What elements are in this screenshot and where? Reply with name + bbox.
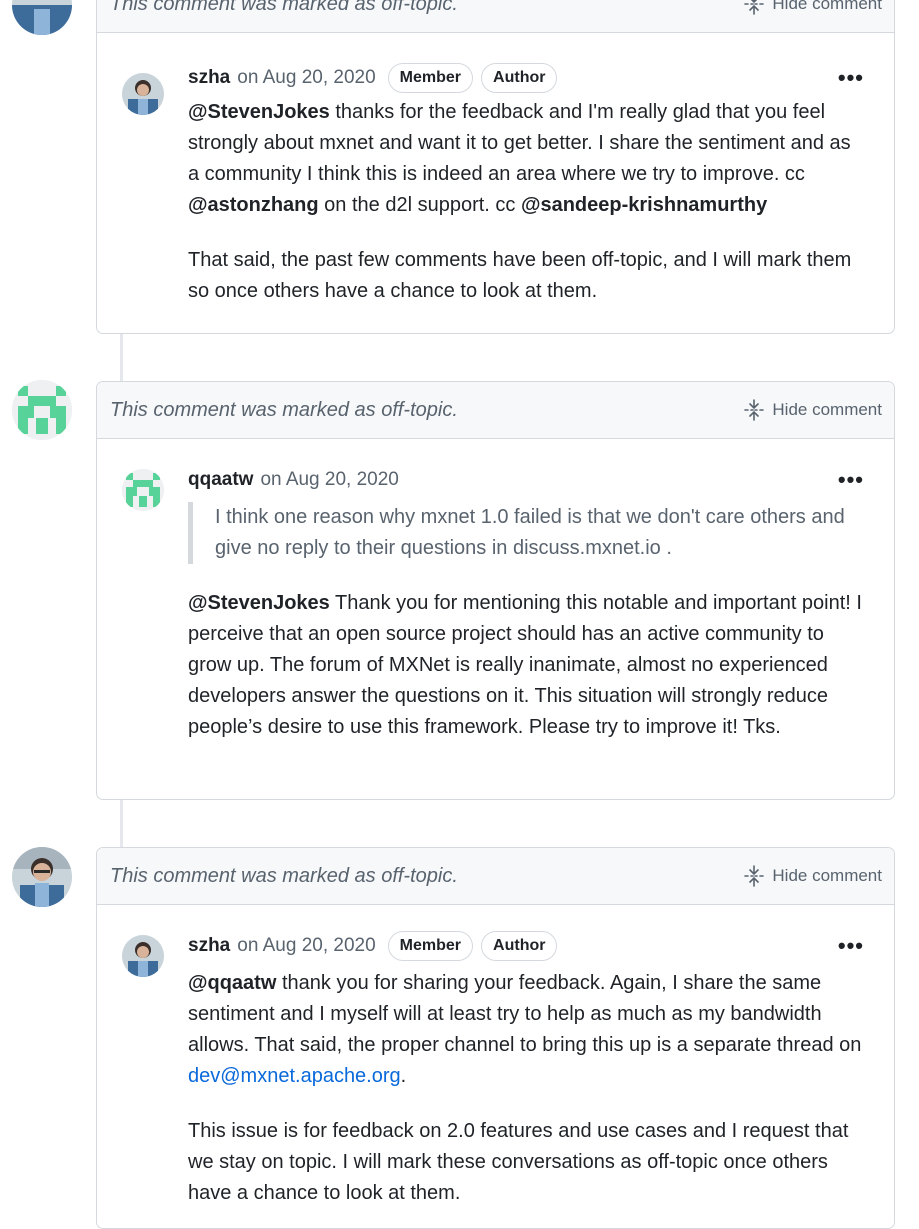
comment-body: I think one reason why mxnet 1.0 failed … xyxy=(188,502,866,743)
hide-comment-label: Hide comment xyxy=(772,866,882,885)
comment-body: @qqaatw thank you for sharing your feedb… xyxy=(188,968,866,1209)
user-mention[interactable]: @astonzhang xyxy=(188,194,319,216)
off-topic-label: This comment was marked as off-topic. xyxy=(110,0,458,15)
fold-icon xyxy=(744,0,765,15)
timestamp-link[interactable]: on Aug 20, 2020 xyxy=(237,67,375,89)
hide-comment-label: Hide comment xyxy=(772,0,882,13)
timestamp-link[interactable]: on Aug 20, 2020 xyxy=(237,935,375,957)
quote-block: I think one reason why mxnet 1.0 failed … xyxy=(188,502,866,564)
hide-comment-button[interactable]: Hide comment xyxy=(744,0,882,15)
user-mention[interactable]: @StevenJokes xyxy=(188,592,330,614)
email-link[interactable]: dev@mxnet.apache.org xyxy=(188,1065,401,1087)
comment-paragraph: That said, the past few comments have be… xyxy=(188,249,852,302)
identicon-avatar[interactable] xyxy=(122,469,164,511)
author-badge: Author xyxy=(481,63,558,93)
timeline-comment-collapsed: This comment was marked as off-topic. Hi… xyxy=(96,847,895,1229)
off-topic-label: This comment was marked as off-topic. xyxy=(110,864,458,887)
identicon-avatar[interactable] xyxy=(12,380,72,440)
off-topic-header: This comment was marked as off-topic. Hi… xyxy=(97,0,894,33)
timestamp-link[interactable]: on Aug 20, 2020 xyxy=(260,469,398,491)
fold-icon xyxy=(744,865,765,887)
timeline-connector xyxy=(120,332,123,382)
hide-comment-label: Hide comment xyxy=(772,400,882,419)
avatar[interactable] xyxy=(122,935,164,977)
comment-paragraph: @StevenJokes Thank you for mentioning th… xyxy=(188,588,866,743)
kebab-icon[interactable]: ••• xyxy=(838,933,864,959)
author-link[interactable]: szha xyxy=(188,67,230,89)
comment-paragraph: This issue is for feedback on 2.0 featur… xyxy=(188,1120,849,1204)
comment-header: szha on Aug 20, 2020 Member Author ••• xyxy=(188,62,866,94)
comment: szha on Aug 20, 2020 Member Author ••• @… xyxy=(97,33,894,307)
hide-comment-button[interactable]: Hide comment xyxy=(744,399,882,421)
timeline-connector xyxy=(120,798,123,848)
member-badge: Member xyxy=(387,931,474,961)
comment-paragraph: @qqaatw thank you for sharing your feedb… xyxy=(188,968,866,1092)
comment-text: . xyxy=(400,1065,407,1087)
comment-text: thank you for sharing your feedback. Aga… xyxy=(188,972,862,1056)
timeline-comment-collapsed: This comment was marked as off-topic. Hi… xyxy=(96,381,895,800)
hide-comment-button[interactable]: Hide comment xyxy=(744,865,882,887)
fold-icon xyxy=(744,399,765,421)
comment-header: szha on Aug 20, 2020 Member Author ••• xyxy=(188,930,866,962)
comment-header: qqaatw on Aug 20, 2020 ••• xyxy=(188,464,866,496)
comment-paragraph: @StevenJokes thanks for the feedback and… xyxy=(188,97,866,221)
comment-text: on the d2l support. cc xyxy=(318,194,521,216)
off-topic-header: This comment was marked as off-topic. Hi… xyxy=(97,382,894,439)
avatar[interactable] xyxy=(12,0,72,35)
comment: szha on Aug 20, 2020 Member Author ••• @… xyxy=(97,905,894,1209)
off-topic-header: This comment was marked as off-topic. Hi… xyxy=(97,848,894,905)
author-link[interactable]: szha xyxy=(188,935,230,957)
user-mention[interactable]: @StevenJokes xyxy=(188,101,330,123)
author-link[interactable]: qqaatw xyxy=(188,469,253,491)
timeline-comment-collapsed: This comment was marked as off-topic. Hi… xyxy=(96,0,895,334)
kebab-icon[interactable]: ••• xyxy=(838,467,864,493)
comment-body: @StevenJokes thanks for the feedback and… xyxy=(188,97,866,307)
off-topic-label: This comment was marked as off-topic. xyxy=(110,398,458,421)
comment: qqaatw on Aug 20, 2020 ••• I think one r… xyxy=(97,439,894,743)
avatar[interactable] xyxy=(122,73,164,115)
user-mention[interactable]: @qqaatw xyxy=(188,972,276,994)
member-badge: Member xyxy=(387,63,474,93)
author-badge: Author xyxy=(481,931,558,961)
kebab-icon[interactable]: ••• xyxy=(838,65,864,91)
user-mention[interactable]: @sandeep-krishnamurthy xyxy=(521,194,767,216)
avatar[interactable] xyxy=(12,847,72,907)
